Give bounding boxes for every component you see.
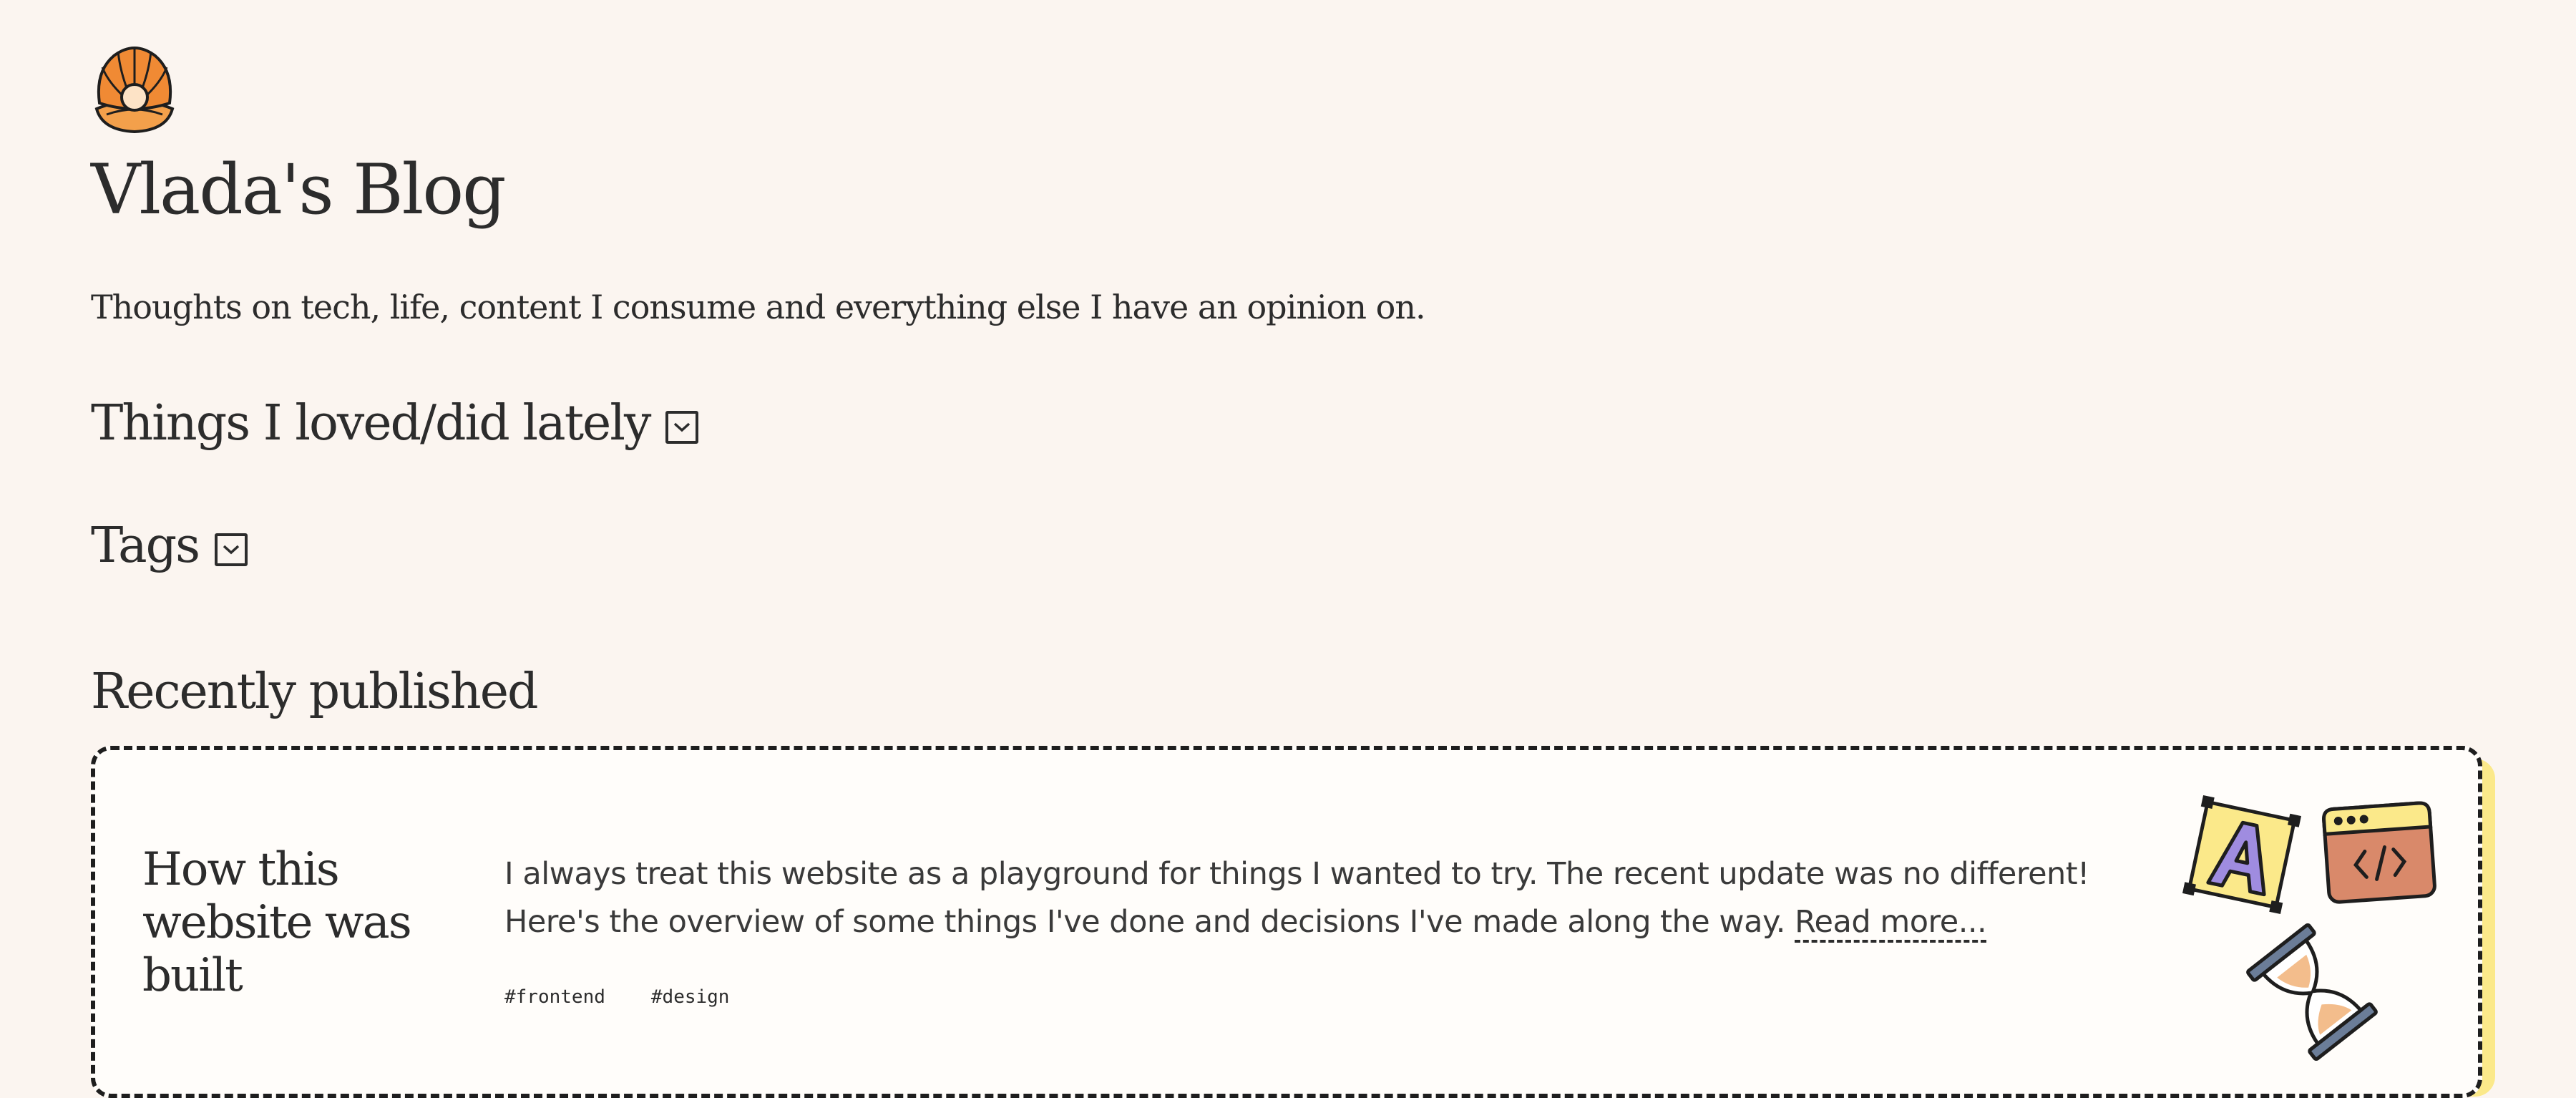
post-title[interactable]: How this website was built [142, 843, 429, 1002]
site-tagline: Thoughts on tech, life, content I consum… [91, 288, 1426, 326]
tags-label: Tags [91, 518, 200, 574]
letter-a-icon [2182, 795, 2302, 915]
tag-design[interactable]: #design [651, 986, 730, 1008]
post-card[interactable]: How this website was built I always trea… [91, 746, 2495, 1098]
tag-frontend[interactable]: #frontend [504, 986, 605, 1008]
seashell-logo-icon[interactable] [92, 43, 177, 133]
things-i-loved-toggle[interactable]: Things I loved/did lately [91, 395, 699, 452]
post-card-body[interactable]: How this website was built I always trea… [91, 746, 2482, 1098]
hourglass-icon [2246, 923, 2378, 1061]
things-i-loved-label: Things I loved/did lately [91, 395, 651, 452]
post-excerpt: I always treat this website as a playgro… [504, 850, 2150, 946]
post-tags: #frontend #design [504, 986, 729, 1008]
chevron-down-icon[interactable] [215, 533, 248, 566]
site-title: Vlada's Blog [91, 150, 507, 230]
recently-published-heading: Recently published [91, 664, 538, 720]
code-window-icon [2322, 801, 2436, 904]
chevron-down-icon[interactable] [665, 411, 699, 444]
tags-toggle[interactable]: Tags [91, 522, 248, 570]
read-more-link[interactable]: Read more... [1795, 904, 1987, 943]
